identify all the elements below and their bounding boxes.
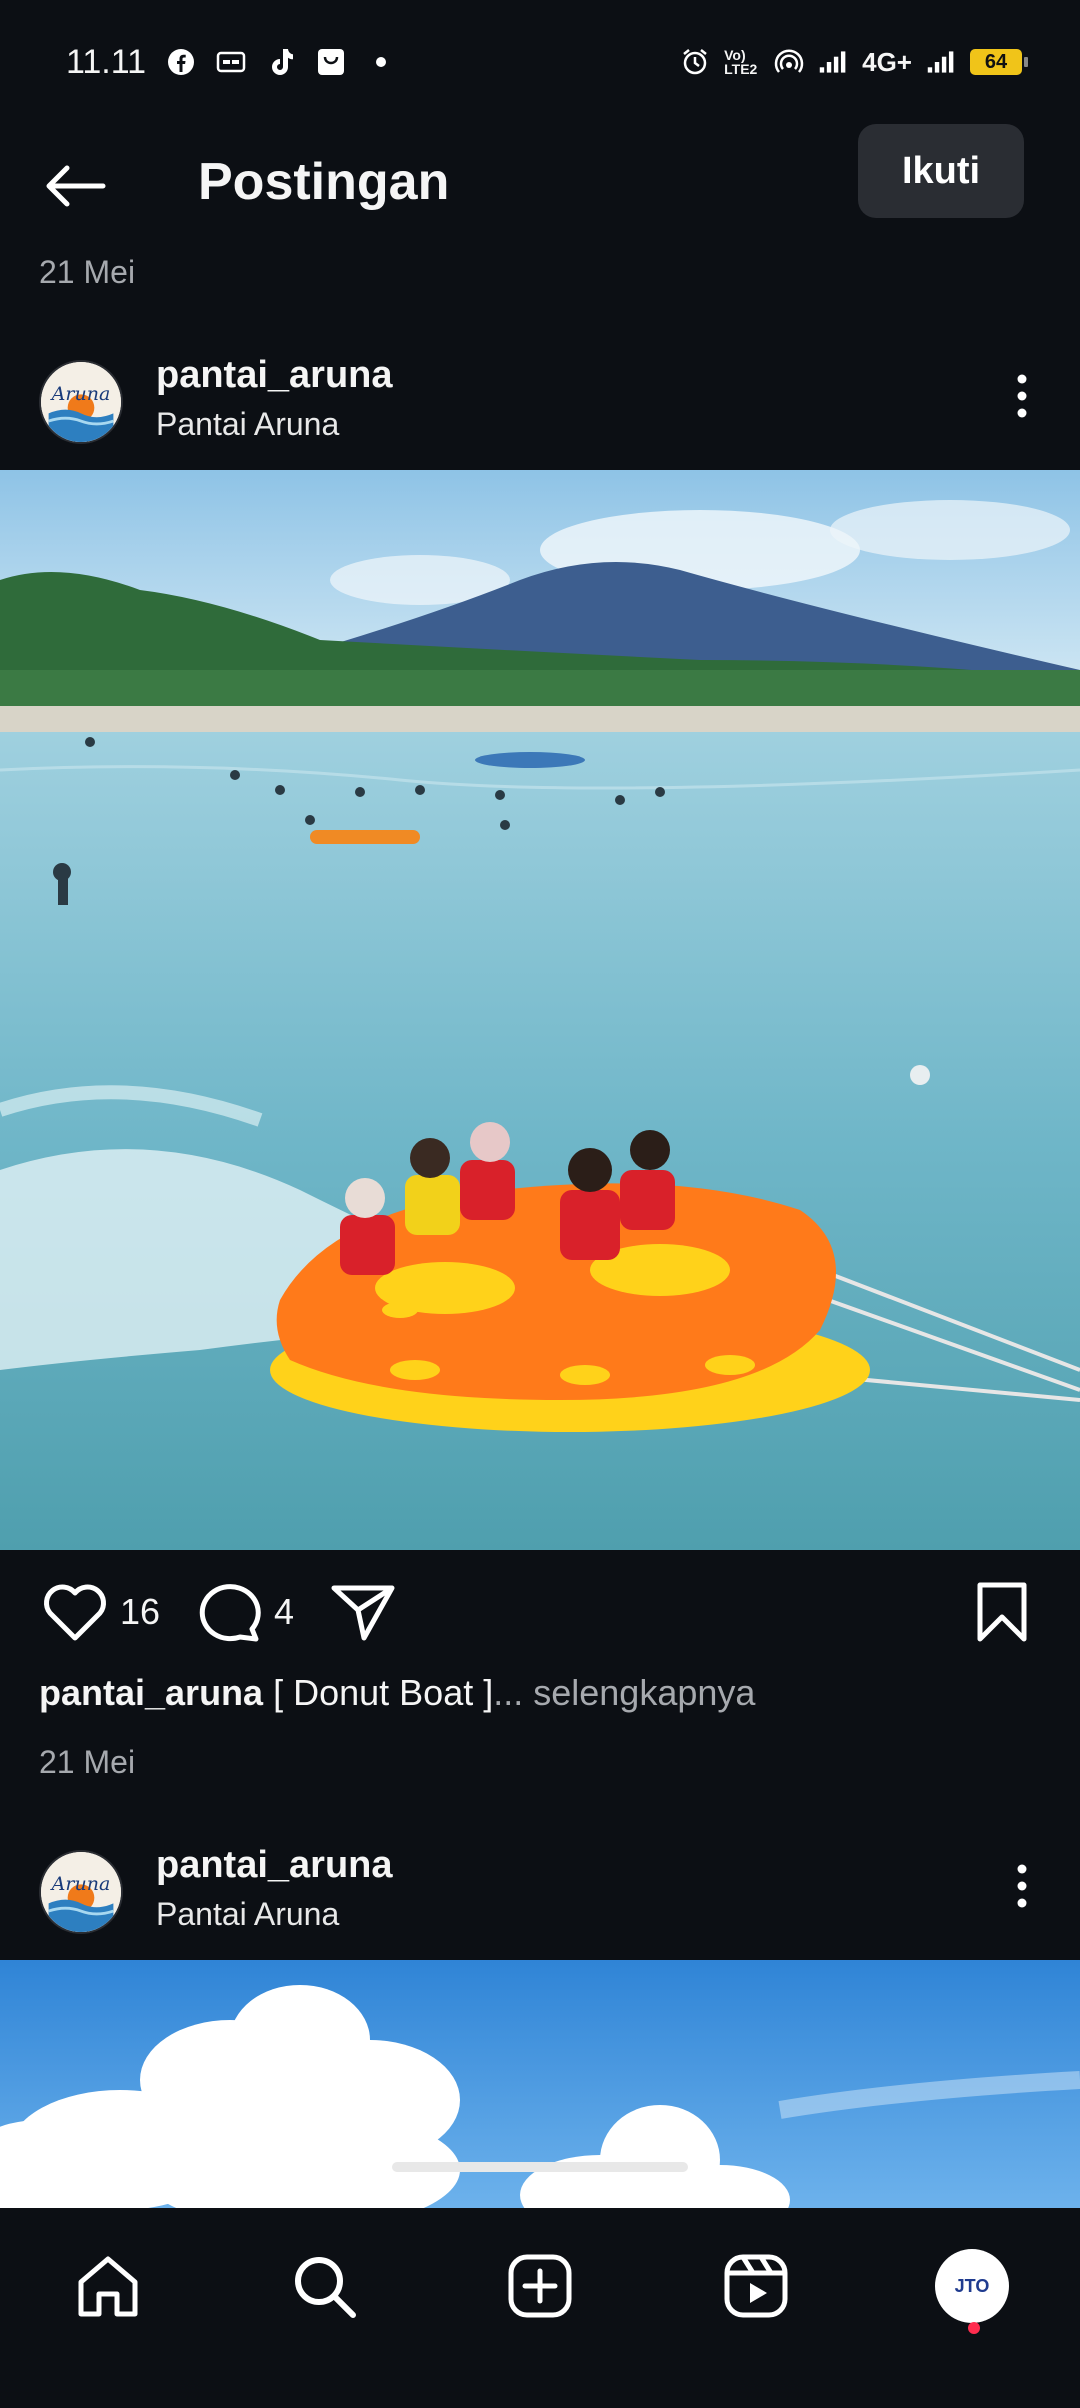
post-header: Aruna pantai_aruna Pantai Aruna bbox=[0, 340, 1080, 456]
comment-count: 4 bbox=[274, 1591, 295, 1632]
profile-avatar: JTO bbox=[935, 2249, 1009, 2323]
post-location[interactable]: Pantai Aruna bbox=[156, 406, 339, 443]
more-options-button[interactable] bbox=[992, 1854, 1052, 1918]
follow-button[interactable]: Ikuti bbox=[858, 124, 1024, 218]
comment-icon bbox=[199, 1584, 261, 1642]
tiktok-icon bbox=[266, 47, 296, 77]
nav-home[interactable] bbox=[58, 2236, 158, 2336]
like-button[interactable]: 16 bbox=[42, 1572, 160, 1652]
network-label: 4G+ bbox=[862, 46, 912, 77]
shopping-bag-icon bbox=[316, 47, 346, 77]
signal-icon bbox=[818, 47, 848, 77]
save-button[interactable] bbox=[974, 1572, 1030, 1652]
more-vertical-icon bbox=[1017, 1864, 1027, 1908]
post-date: 21 Mei bbox=[39, 254, 136, 290]
post-caption[interactable]: pantai_aruna [ Donut Boat ]... selengkap… bbox=[39, 1672, 755, 1714]
home-indicator[interactable] bbox=[392, 2162, 688, 2172]
search-icon bbox=[295, 2257, 356, 2318]
more-vertical-icon bbox=[1017, 374, 1027, 418]
more-options-button[interactable] bbox=[992, 364, 1052, 428]
signal-icon bbox=[926, 47, 956, 77]
home-icon bbox=[78, 2256, 138, 2317]
caption-text: [ Donut Boat ] bbox=[273, 1672, 494, 1713]
nav-reels[interactable] bbox=[706, 2236, 806, 2336]
donut-boat-photo bbox=[0, 470, 1080, 1550]
reels-icon bbox=[724, 2254, 788, 2318]
svg-text:Aruna: Aruna bbox=[50, 1873, 111, 1895]
aruna-logo: Aruna bbox=[41, 1852, 121, 1932]
nav-profile[interactable]: JTO bbox=[922, 2236, 1022, 2336]
battery-indicator: 64 bbox=[970, 49, 1028, 75]
post-location[interactable]: Pantai Aruna bbox=[156, 1896, 339, 1933]
hotspot-icon bbox=[774, 47, 804, 77]
facebook-icon bbox=[166, 47, 196, 77]
post-actions: 16 4 bbox=[0, 1572, 1080, 1652]
status-time: 11.11 bbox=[66, 42, 147, 81]
like-count: 16 bbox=[120, 1591, 161, 1632]
status-right: Vo) LTE2 4G+ 64 bbox=[680, 46, 1028, 78]
avatar[interactable]: Aruna bbox=[39, 360, 123, 444]
caption-icon bbox=[216, 47, 246, 77]
arrow-left-icon bbox=[46, 165, 106, 207]
volte-label: Vo) LTE2 bbox=[724, 47, 758, 77]
back-button[interactable] bbox=[40, 154, 110, 218]
aruna-logo: Aruna bbox=[41, 362, 121, 442]
header: Postingan Ikuti bbox=[0, 124, 1080, 248]
post-date: 21 Mei bbox=[39, 1744, 136, 1780]
caption-more-link[interactable]: ... selengkapnya bbox=[493, 1672, 755, 1713]
page-title: Postingan bbox=[198, 153, 450, 211]
caption-username[interactable]: pantai_aruna bbox=[39, 1672, 263, 1713]
heart-icon bbox=[44, 1584, 106, 1641]
post-username[interactable]: pantai_aruna bbox=[156, 1844, 393, 1887]
create-icon bbox=[508, 2254, 572, 2318]
bookmark-icon bbox=[977, 1582, 1027, 1642]
post-image[interactable] bbox=[0, 470, 1080, 1550]
post-username[interactable]: pantai_aruna bbox=[156, 354, 393, 397]
dot-icon bbox=[366, 47, 396, 77]
svg-text:Aruna: Aruna bbox=[50, 383, 111, 405]
status-left: 11.11 bbox=[66, 43, 396, 82]
bottom-nav: JTO bbox=[0, 2208, 1080, 2408]
avatar[interactable]: Aruna bbox=[39, 1850, 123, 1934]
post-header: Aruna pantai_aruna Pantai Aruna bbox=[0, 1830, 1080, 1946]
send-icon bbox=[331, 1585, 395, 1641]
alarm-icon bbox=[680, 47, 710, 77]
share-button[interactable] bbox=[330, 1572, 396, 1652]
nav-search[interactable] bbox=[274, 2236, 374, 2336]
nav-create[interactable] bbox=[490, 2236, 590, 2336]
status-bar: 11.11 Vo) LTE2 4G+ 64 bbox=[0, 0, 1080, 124]
comment-button[interactable]: 4 bbox=[196, 1572, 294, 1652]
notification-dot bbox=[968, 2322, 980, 2334]
